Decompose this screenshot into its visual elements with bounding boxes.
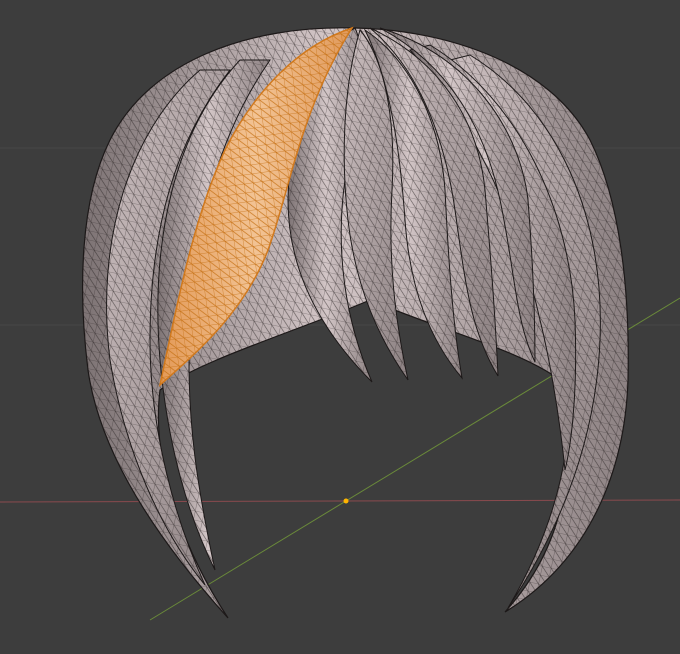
3d-viewport[interactable] xyxy=(0,0,680,654)
world-origin-dot xyxy=(343,498,349,504)
viewport-canvas[interactable] xyxy=(0,0,680,654)
hair-mesh[interactable] xyxy=(82,26,629,619)
